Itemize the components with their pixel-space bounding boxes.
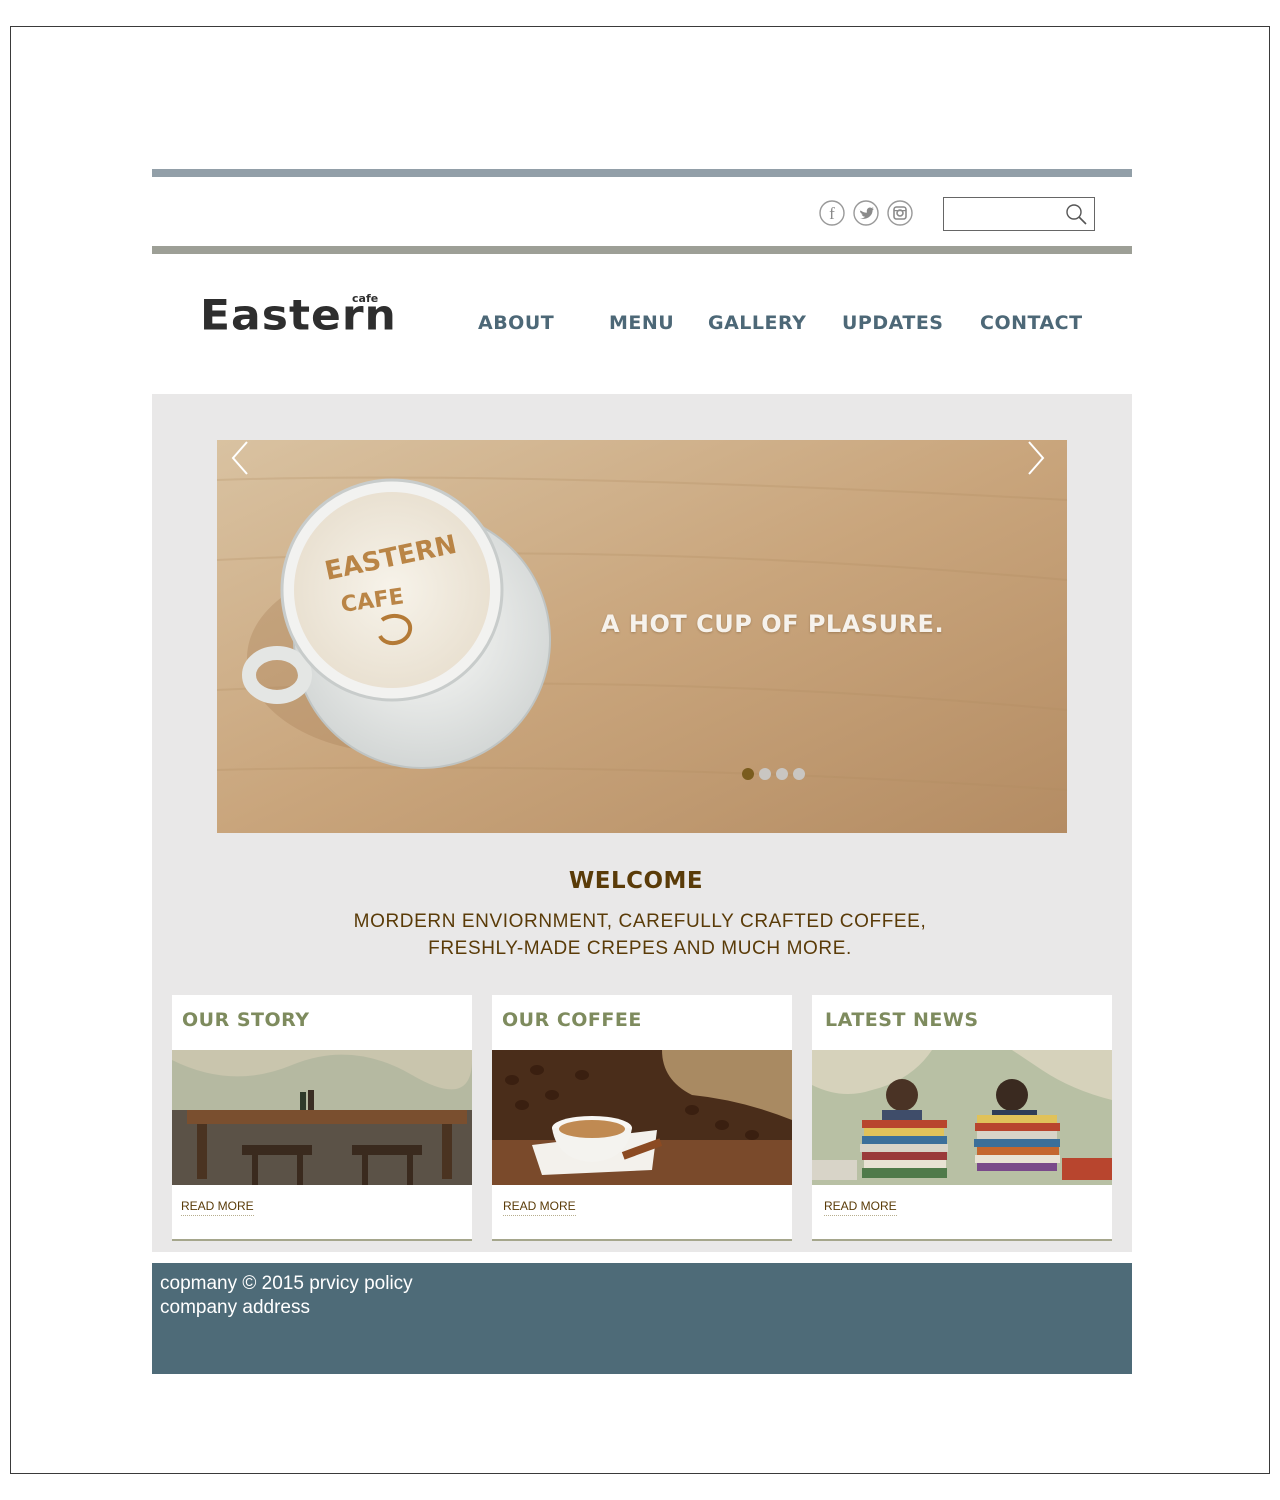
hero-dot-1[interactable] — [742, 768, 754, 780]
nav-contact[interactable]: CONTACT — [980, 312, 1083, 334]
card-our-coffee: OUR COFFEE READ MORE — [492, 995, 792, 1241]
hero-caption: A HOT CUP OF PLASURE. — [601, 610, 945, 638]
nav-gallery[interactable]: GALLERY — [708, 312, 806, 334]
card-title[interactable]: OUR STORY — [182, 1009, 309, 1031]
card-image-coffee-cup[interactable] — [492, 1050, 792, 1185]
nav-about[interactable]: ABOUT — [478, 312, 554, 334]
nav-menu[interactable]: MENU — [609, 312, 674, 334]
search-input[interactable] — [948, 202, 1062, 228]
card-image-cafe-interior[interactable] — [172, 1050, 472, 1185]
card-read-more-link[interactable]: READ MORE — [824, 1199, 897, 1216]
header-bottom-bar — [152, 246, 1132, 254]
hero-dot-3[interactable] — [776, 768, 788, 780]
hero-next-arrow-icon[interactable] — [1025, 440, 1047, 476]
card-title[interactable]: OUR COFFEE — [502, 1009, 642, 1031]
hero-prev-arrow-icon[interactable] — [229, 440, 251, 476]
card-latest-news: LATEST NEWS READ MORE — [812, 995, 1112, 1241]
hero-slider: EASTERN CAFE A HOT CUP OF PLASURE. — [217, 440, 1067, 833]
instagram-icon[interactable] — [887, 200, 913, 226]
welcome-line-2: FRESHLY-MADE CREPES AND MUCH MORE. — [428, 938, 852, 959]
footer-copyright[interactable]: copmany © 2015 prvicy policy — [160, 1273, 413, 1295]
search-icon[interactable] — [1064, 202, 1088, 226]
logo-subtext: cafe — [352, 292, 379, 305]
hero-pagination — [742, 768, 805, 780]
hero-dot-2[interactable] — [759, 768, 771, 780]
card-read-more-link[interactable]: READ MORE — [503, 1199, 576, 1216]
twitter-icon[interactable] — [853, 200, 879, 226]
facebook-letter: f — [829, 204, 835, 223]
hero-dot-4[interactable] — [793, 768, 805, 780]
nav-updates[interactable]: UPDATES — [842, 312, 943, 334]
facebook-icon[interactable]: f — [819, 200, 845, 226]
card-title[interactable]: LATEST NEWS — [825, 1009, 979, 1031]
card-image-books[interactable] — [812, 1050, 1112, 1185]
footer-address: company address — [160, 1297, 310, 1318]
card-our-story: OUR STORY READ MORE — [172, 995, 472, 1241]
card-read-more-link[interactable]: READ MORE — [181, 1199, 254, 1216]
footer: copmany © 2015 prvicy policy company add… — [152, 1263, 1132, 1374]
welcome-title: WELCOME — [568, 868, 704, 894]
header-top-bar — [152, 169, 1132, 177]
search-box — [943, 197, 1095, 231]
welcome-line-1: MORDERN ENVIORNMENT, CAREFULLY CRAFTED C… — [353, 911, 927, 932]
